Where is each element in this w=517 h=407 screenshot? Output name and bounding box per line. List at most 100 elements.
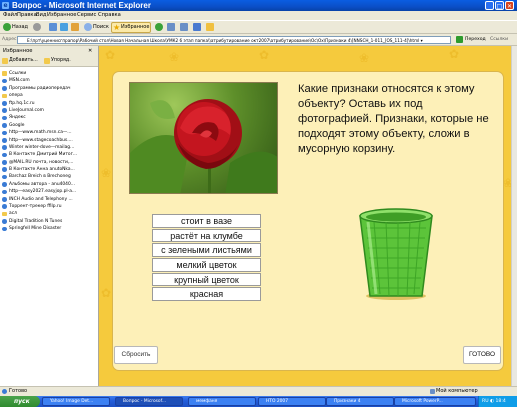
taskbar-button[interactable]: НТО 2007 <box>258 397 326 406</box>
favorite-item[interactable]: Barchaz Breich в Brechoneg <box>2 173 97 180</box>
sidebar-close-button[interactable]: ✕ <box>88 46 92 56</box>
favorite-item[interactable]: В Контакте Анна anutoNka... <box>2 166 97 173</box>
search-button[interactable]: Поиск <box>93 23 109 32</box>
favorite-item[interactable]: Springfell Mine Disaster <box>2 225 97 232</box>
ie-page-icon <box>2 174 7 180</box>
maximize-button[interactable]: □ <box>495 1 504 10</box>
search-icon[interactable] <box>84 23 92 31</box>
print-icon[interactable] <box>180 23 188 31</box>
folder-icon <box>2 71 7 76</box>
favorite-item[interactable]: Программы радиопередач <box>2 85 97 92</box>
decor-flower-icon: ❀ <box>101 166 112 180</box>
favorite-label: http—www.stagecoachbus.... <box>9 137 73 143</box>
organize-button[interactable]: Упоряд. <box>51 56 71 66</box>
ie-page-icon <box>2 86 7 91</box>
favorite-label: Winter winter-dove—mailag... <box>9 144 75 150</box>
favorite-item[interactable]: Альбомы автора - anu4040... <box>2 181 97 188</box>
media-icon[interactable] <box>155 23 163 31</box>
favorite-item[interactable]: MSN.com <box>2 77 97 84</box>
favorite-label: Digital Tradition N Tunes <box>9 218 63 224</box>
edit-icon[interactable] <box>193 23 201 31</box>
sidebar-toolbar: Добавить... Упоряд. <box>0 56 98 67</box>
page-icon <box>2 389 7 394</box>
favorites-button[interactable]: ★ Избранное <box>111 22 151 33</box>
menu-file[interactable]: Файл <box>3 11 17 20</box>
stop-icon[interactable] <box>49 23 57 31</box>
favorite-label: Торрент-трекер ffilp.ru <box>9 204 62 210</box>
minimize-button[interactable]: _ <box>485 1 494 10</box>
menu-help[interactable]: Справка <box>98 11 121 20</box>
favorite-item[interactable]: Digital Tradition N Tunes <box>2 218 97 225</box>
menu-tools[interactable]: Сервис <box>77 11 96 20</box>
attribute-card[interactable]: мелкий цветок <box>152 258 261 272</box>
taskbar-button[interactable]: мемфаня <box>188 397 256 406</box>
links-button[interactable]: Ссылки <box>490 34 508 46</box>
home-icon[interactable] <box>71 23 79 31</box>
decor-flower-icon: ✿ <box>449 47 460 61</box>
favorite-item[interactable]: Google <box>2 122 97 129</box>
favorite-item[interactable]: http—easy2027.easyjop.pl-a... <box>2 188 97 195</box>
attribute-card[interactable]: крупный цветок <box>152 272 261 287</box>
decor-flower-icon: ❀ <box>359 51 370 65</box>
attribute-card[interactable]: стоит в вазе <box>152 214 261 228</box>
favorite-item[interactable]: Яндекс <box>2 114 97 121</box>
forward-arrow-icon[interactable] <box>33 23 41 31</box>
ie-page-icon <box>2 100 7 106</box>
mail-icon[interactable] <box>167 23 175 31</box>
vertical-scrollbar[interactable] <box>511 46 517 386</box>
reset-button[interactable]: Сбросить <box>114 346 158 364</box>
start-button[interactable]: пуск <box>0 396 40 407</box>
back-button[interactable]: Назад <box>12 23 28 32</box>
taskbar-button[interactable]: Microsoft PowerP... <box>394 397 476 406</box>
favorite-label: Ссылки <box>9 71 27 76</box>
favorite-item[interactable]: Winter winter-dove—mailag... <box>2 144 97 151</box>
favorite-item[interactable]: http—www.math.msn.ca—... <box>2 129 97 136</box>
add-favorite-button[interactable]: Добавить... <box>9 56 38 66</box>
favorite-item[interactable]: асл <box>2 210 97 217</box>
menu-view[interactable]: Вид <box>36 11 47 20</box>
favorite-item[interactable]: Торрент-трекер ffilp.ru <box>2 203 97 210</box>
favorite-item[interactable]: В Контакте Дмитрий Митог... <box>2 151 97 158</box>
favorite-label: Альбомы автора - anu4040... <box>9 181 75 187</box>
favorite-item[interactable]: Ссылки <box>2 70 97 77</box>
refresh-icon[interactable] <box>60 23 68 31</box>
attribute-card[interactable]: растёт на клумбе <box>152 228 261 243</box>
go-arrow-icon[interactable] <box>456 36 463 43</box>
attribute-card[interactable]: с зелеными листьями <box>152 243 261 257</box>
rose-photo <box>129 82 278 194</box>
menu-bar: Файл Правка Вид Избранное Сервис Справка <box>0 11 517 20</box>
taskbar-button[interactable]: Вопрос - Microsof... <box>115 397 183 406</box>
ie-page-icon <box>2 219 7 224</box>
folder-icon[interactable] <box>206 23 214 31</box>
menu-edit[interactable]: Правка <box>17 11 37 20</box>
favorite-label: В Контакте Дмитрий Митог... <box>9 152 78 158</box>
computer-icon <box>430 389 435 394</box>
favorite-item[interactable]: INCH Audio and Telephony ... <box>2 196 97 203</box>
favorite-label: MSN.com <box>9 78 30 84</box>
ie-page-icon <box>2 204 7 210</box>
taskbar-button[interactable]: Yahoo! Image Det... <box>42 397 110 406</box>
ie-page-icon <box>2 108 7 113</box>
favorite-item[interactable]: опера <box>2 92 97 99</box>
add-favorite-icon <box>2 58 8 64</box>
favorite-item[interactable]: http—www.stagecoachbus.... <box>2 137 97 144</box>
address-bar: Адрес: E:\прт\уценнисгпрапор\Рабочий сто… <box>0 34 517 46</box>
taskbar-button[interactable]: Признаки 4 <box>326 397 394 406</box>
favorite-item[interactable]: @MAIL.RU почта, новости,... <box>2 159 97 166</box>
favorite-label: http—easy2027.easyjop.pl-a... <box>9 189 77 195</box>
rose-image <box>130 99 277 193</box>
go-button[interactable]: Переход <box>465 34 486 46</box>
ie-page-icon <box>2 197 7 202</box>
favorite-item[interactable]: LiveJournal.com <box>2 107 97 114</box>
attribute-card[interactable]: красная <box>152 287 261 302</box>
ie-page-icon <box>2 160 7 165</box>
close-button[interactable]: ✕ <box>505 1 514 10</box>
address-input[interactable]: E:\прт\уценнисгпрапор\Рабочий стол\Новая… <box>17 36 451 44</box>
back-arrow-icon[interactable] <box>3 23 11 31</box>
organize-icon <box>44 58 50 64</box>
favorite-item[interactable]: ftp.hq.1c.ru <box>2 100 97 107</box>
done-button[interactable]: ГОТОВО <box>463 346 501 364</box>
system-tray: RU ◐ 18:4 <box>478 396 517 407</box>
trash-basket[interactable] <box>354 208 438 302</box>
menu-favorites[interactable]: Избранное <box>47 11 76 20</box>
